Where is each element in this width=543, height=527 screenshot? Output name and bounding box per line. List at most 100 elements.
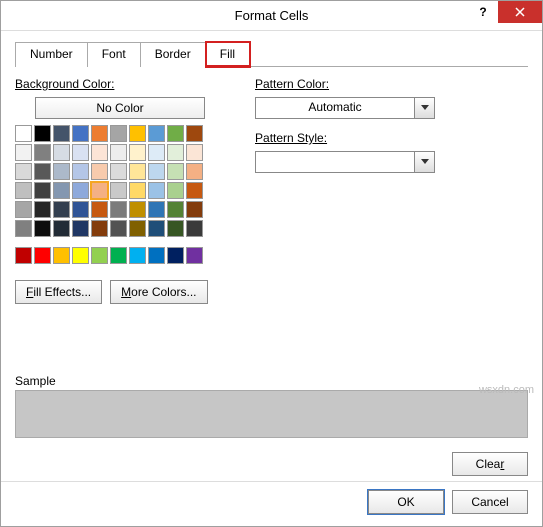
color-swatch[interactable] (148, 163, 165, 180)
color-swatch[interactable] (72, 163, 89, 180)
color-swatch[interactable] (186, 163, 203, 180)
sample-preview (15, 390, 528, 438)
color-swatch[interactable] (110, 182, 127, 199)
color-swatch[interactable] (167, 182, 184, 199)
color-swatch[interactable] (15, 144, 32, 161)
pattern-style-value (256, 152, 414, 172)
color-swatch[interactable] (129, 220, 146, 237)
color-swatch[interactable] (148, 201, 165, 218)
pattern-color-label: Pattern Color: (255, 77, 528, 91)
color-swatch[interactable] (91, 182, 108, 199)
color-swatch[interactable] (148, 182, 165, 199)
color-swatch[interactable] (53, 220, 70, 237)
color-swatch[interactable] (167, 201, 184, 218)
standard-color-swatch[interactable] (167, 247, 184, 264)
color-swatch[interactable] (110, 220, 127, 237)
separator (1, 481, 542, 482)
watermark: wsxdn.com (479, 384, 534, 396)
help-button[interactable]: ? (468, 1, 498, 23)
color-swatch[interactable] (129, 182, 146, 199)
tab-font[interactable]: Font (88, 42, 141, 67)
color-swatch[interactable] (34, 163, 51, 180)
tab-fill[interactable]: Fill (206, 42, 250, 67)
background-color-label: Background Color: (15, 77, 225, 91)
color-swatch[interactable] (186, 201, 203, 218)
tab-border[interactable]: Border (141, 42, 206, 67)
color-swatch[interactable] (34, 125, 51, 142)
color-swatch[interactable] (129, 144, 146, 161)
color-swatch[interactable] (129, 163, 146, 180)
color-swatch[interactable] (167, 144, 184, 161)
standard-color-swatch[interactable] (15, 247, 32, 264)
color-swatch[interactable] (72, 182, 89, 199)
color-swatch[interactable] (53, 163, 70, 180)
theme-color-grid (15, 125, 225, 237)
color-swatch[interactable] (91, 125, 108, 142)
color-swatch[interactable] (34, 201, 51, 218)
color-swatch[interactable] (186, 144, 203, 161)
color-swatch[interactable] (148, 125, 165, 142)
color-swatch[interactable] (186, 182, 203, 199)
close-button[interactable] (498, 1, 542, 23)
chevron-down-icon (414, 98, 434, 118)
color-swatch[interactable] (110, 144, 127, 161)
color-swatch[interactable] (53, 182, 70, 199)
standard-color-swatch[interactable] (53, 247, 70, 264)
titlebar: Format Cells ? (1, 1, 542, 31)
color-swatch[interactable] (91, 220, 108, 237)
color-swatch[interactable] (148, 220, 165, 237)
color-swatch[interactable] (110, 125, 127, 142)
more-colors-button[interactable]: More Colors... (110, 280, 207, 304)
standard-color-swatch[interactable] (148, 247, 165, 264)
color-swatch[interactable] (129, 201, 146, 218)
format-cells-dialog: Format Cells ? Number Font Border Fill B… (0, 0, 543, 527)
standard-color-swatch[interactable] (91, 247, 108, 264)
pattern-color-value: Automatic (256, 98, 414, 118)
color-swatch[interactable] (72, 144, 89, 161)
ok-button[interactable]: OK (368, 490, 444, 514)
color-swatch[interactable] (110, 201, 127, 218)
color-swatch[interactable] (15, 163, 32, 180)
color-swatch[interactable] (186, 220, 203, 237)
color-swatch[interactable] (34, 220, 51, 237)
color-swatch[interactable] (167, 125, 184, 142)
standard-color-swatch[interactable] (72, 247, 89, 264)
color-swatch[interactable] (53, 125, 70, 142)
standard-color-swatch[interactable] (186, 247, 203, 264)
color-swatch[interactable] (34, 182, 51, 199)
standard-color-swatch[interactable] (129, 247, 146, 264)
standard-color-swatch[interactable] (34, 247, 51, 264)
color-swatch[interactable] (15, 201, 32, 218)
clear-button[interactable]: Clear (452, 452, 528, 476)
standard-color-swatch[interactable] (110, 247, 127, 264)
color-swatch[interactable] (15, 125, 32, 142)
color-swatch[interactable] (91, 201, 108, 218)
color-swatch[interactable] (34, 144, 51, 161)
cancel-button[interactable]: Cancel (452, 490, 528, 514)
fill-effects-button[interactable]: Fill Effects... (15, 280, 102, 304)
color-swatch[interactable] (72, 220, 89, 237)
color-swatch[interactable] (72, 201, 89, 218)
color-swatch[interactable] (91, 163, 108, 180)
color-swatch[interactable] (167, 163, 184, 180)
color-swatch[interactable] (72, 125, 89, 142)
color-swatch[interactable] (15, 182, 32, 199)
dialog-title: Format Cells (1, 8, 542, 23)
tab-number[interactable]: Number (15, 42, 88, 67)
color-swatch[interactable] (148, 144, 165, 161)
pattern-color-combo[interactable]: Automatic (255, 97, 435, 119)
pattern-style-combo[interactable] (255, 151, 435, 173)
no-color-button[interactable]: No Color (35, 97, 205, 119)
color-swatch[interactable] (53, 201, 70, 218)
tab-bar: Number Font Border Fill (15, 41, 528, 67)
color-swatch[interactable] (186, 125, 203, 142)
close-icon (515, 7, 525, 17)
chevron-down-icon (414, 152, 434, 172)
color-swatch[interactable] (110, 163, 127, 180)
color-swatch[interactable] (91, 144, 108, 161)
color-swatch[interactable] (15, 220, 32, 237)
color-swatch[interactable] (167, 220, 184, 237)
color-swatch[interactable] (53, 144, 70, 161)
color-swatch[interactable] (129, 125, 146, 142)
standard-color-row (15, 247, 225, 264)
